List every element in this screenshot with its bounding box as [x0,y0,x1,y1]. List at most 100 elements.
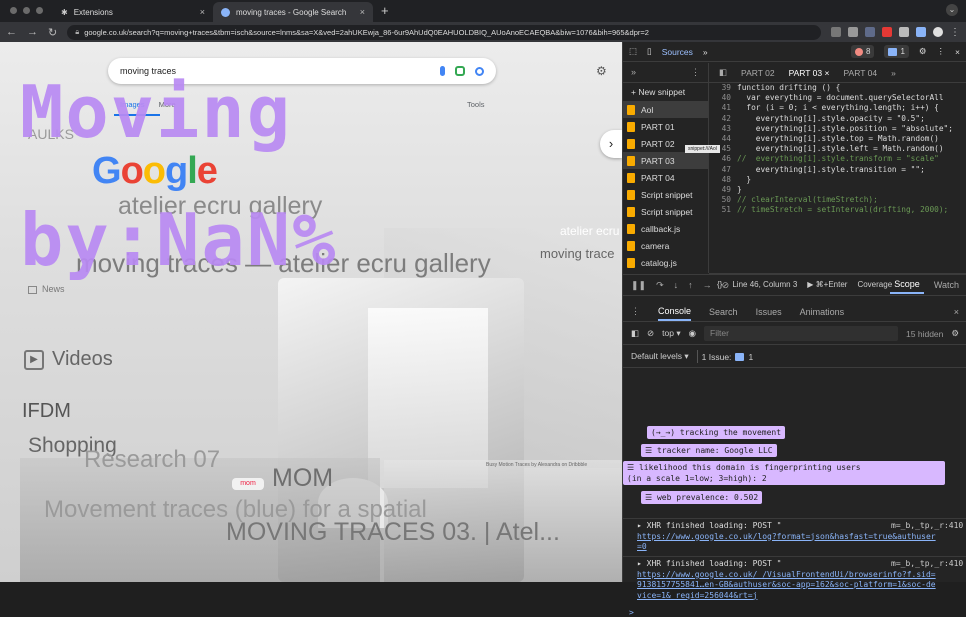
snippet-item[interactable]: PART 01 [623,118,708,135]
message-count-badge[interactable]: 1 [884,45,909,58]
step-over-icon[interactable]: ↷ [656,280,664,291]
window-controls[interactable] [0,7,53,22]
close-icon[interactable]: × [200,7,205,17]
console-toolbar: ◧ ⊘ top ▾ ◉ Filter 15 hidden ⚙ [623,323,966,345]
sidebar-icon[interactable] [916,27,926,37]
tab-animations[interactable]: Animations [800,307,845,317]
kebab-menu-icon[interactable]: ⋮ [691,67,700,78]
line-number[interactable]: 45 [709,144,731,154]
tab-issues[interactable]: Issues [756,307,782,317]
gear-icon[interactable]: ⚙ [919,46,927,57]
tab-watch[interactable]: Watch [934,280,959,290]
line-number[interactable]: 43 [709,124,731,134]
line-number[interactable]: 48 [709,175,731,185]
ghost-text: atelier ecru [560,224,620,238]
line-number[interactable]: 51 [709,205,731,215]
avatar[interactable] [933,27,943,37]
more-tabs-button[interactable]: » [891,68,896,78]
file-icon [627,104,635,115]
snippet-item[interactable]: Aol [623,101,708,118]
step-out-icon[interactable]: ↑ [688,280,693,290]
step-into-icon[interactable]: ↓ [674,280,679,290]
star-icon[interactable] [848,27,858,37]
snippet-item[interactable]: Script snippet [623,203,708,220]
line-number[interactable]: 44 [709,134,731,144]
snippet-item[interactable]: PART 03 [623,152,708,169]
back-arrow-icon[interactable]: ← [6,26,17,38]
new-tab-button[interactable]: + [373,3,389,22]
xhr-url-link[interactable]: https://www.google.co.uk/log?format=json… [637,532,937,553]
tab-google-search[interactable]: moving traces - Google Search × [213,2,373,22]
drawer-tabs: ⋮ Console Search Issues Animations × [623,302,966,322]
code-editor[interactable]: 39 function drifting () {40 var everythin… [709,83,966,273]
line-number[interactable]: 49 [709,185,731,195]
inspect-icon[interactable]: ⬚ [629,46,637,57]
sidebar-item-videos[interactable]: ▶ Videos [24,348,113,371]
address-bar[interactable]: 🔒︎ google.co.uk/search?q=moving+traces&t… [67,24,821,40]
line-number[interactable]: 39 [709,83,731,93]
close-icon[interactable]: × [954,307,959,317]
editor-tab[interactable]: PART 04 [844,68,878,78]
snippet-item[interactable]: callback.js [623,220,708,237]
sidebar-toggle-icon[interactable]: ◧ [719,67,727,78]
tab-search[interactable]: Search [709,307,738,317]
chevron-down-icon[interactable]: ⌄ [946,4,958,16]
line-number[interactable]: 47 [709,165,731,175]
filter-input[interactable]: Filter [704,326,899,341]
sidebar-item-news[interactable]: News [28,284,65,294]
line-number[interactable]: 41 [709,103,731,113]
puzzle-icon[interactable] [899,27,909,37]
eye-icon[interactable]: ◉ [689,328,696,339]
share-icon[interactable] [831,27,841,37]
gear-icon[interactable]: ⚙ [951,328,959,339]
source-link[interactable]: m=_b,_tp,_r:410 [891,521,963,532]
levels-dropdown[interactable]: Default levels ▾ [631,351,689,362]
reload-icon[interactable]: ↻ [48,26,57,39]
snippet-item[interactable]: PART 04 [623,169,708,186]
editor-tab[interactable]: PART 02 [741,68,775,78]
clear-console-icon[interactable]: ⊘ [647,328,654,339]
pause-icon[interactable]: ❚❚ [631,280,646,291]
tab-sources[interactable]: Sources [662,47,693,57]
sidebar-toggle-icon[interactable]: ◧ [631,328,639,339]
snippet-item[interactable]: Script snippet [623,186,708,203]
device-toggle-icon[interactable]: ▯ [647,46,652,57]
tab-console[interactable]: Console [658,303,692,321]
close-icon[interactable]: × [360,7,365,17]
extension-icon[interactable] [882,27,892,37]
tab-label: moving traces - Google Search [236,7,347,17]
context-selector[interactable]: top ▾ [662,328,680,339]
console-prompt[interactable]: > [629,608,634,617]
tab-extensions[interactable]: ✱ Extensions × [53,2,213,22]
chevron-right-icon[interactable]: › [600,130,622,158]
tools-button[interactable]: Tools [467,100,485,109]
kebab-menu-icon[interactable]: ⋮ [950,27,960,38]
kebab-menu-icon[interactable]: ⋮ [631,306,640,317]
issues-button[interactable]: 1 Issue: 1 [696,350,758,363]
kebab-menu-icon[interactable]: ⋮ [937,46,946,57]
search-icon[interactable] [475,66,484,76]
source-link[interactable]: m=_b,_tp,_r:410 [891,559,963,570]
lens-icon[interactable] [455,66,465,76]
line-number[interactable]: 46 [709,154,731,164]
line-number[interactable]: 40 [709,93,731,103]
snippet-item[interactable]: camera [623,237,708,254]
microphone-icon[interactable] [440,66,445,76]
close-icon[interactable]: × [955,47,960,57]
snippet-item[interactable]: catalog.js [623,254,708,271]
new-snippet-button[interactable]: + New snippet [623,83,708,101]
more-tabs-button[interactable]: » [631,67,636,78]
close-icon[interactable]: × [825,68,830,78]
line-number[interactable]: 50 [709,195,731,205]
line-number[interactable]: 42 [709,114,731,124]
gear-icon[interactable]: ⚙ [596,64,607,78]
step-icon[interactable]: → [703,280,712,290]
deactivate-breakpoints-icon[interactable]: ⊘ [722,280,730,291]
error-count-badge[interactable]: 8 [851,45,875,58]
xhr-url-link[interactable]: https://www.google.co.uk/_/VisualFronten… [637,570,937,602]
extension-icon[interactable] [865,27,875,37]
tab-scope[interactable]: Scope [890,276,924,294]
forward-arrow-icon[interactable]: → [27,26,38,38]
more-tabs-button[interactable]: » [703,47,708,57]
editor-tab-active[interactable]: PART 03 × [789,68,830,78]
